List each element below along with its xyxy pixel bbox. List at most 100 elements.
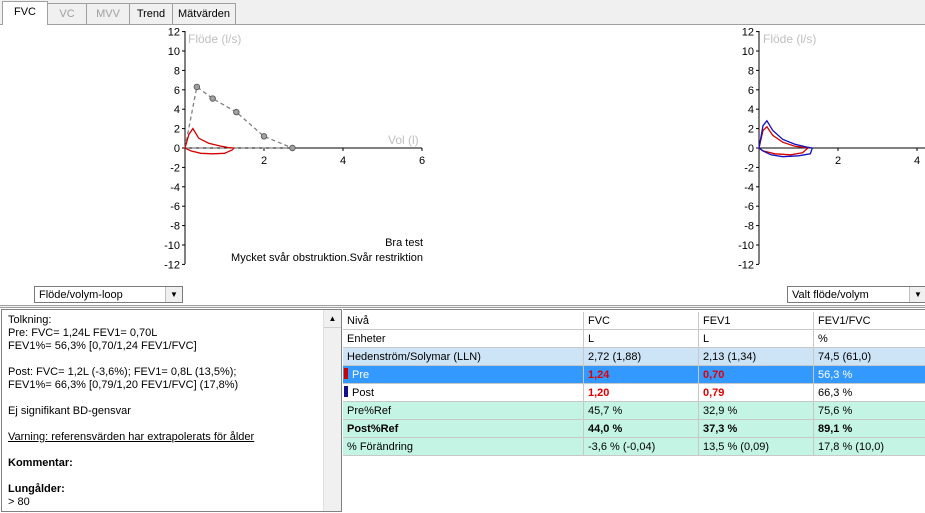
right-y-tick-label: 10	[742, 46, 754, 58]
table-cell: L	[584, 330, 699, 348]
left-chart-type-select[interactable]: Flöde/volym-loop ▼	[34, 286, 183, 303]
table-cell: 45,7 %	[584, 402, 699, 420]
left-y-tick-label: -10	[164, 240, 180, 252]
tab-bar: FVC VC MVV Trend Mätvärden	[0, 0, 925, 25]
right-y-tick-label: -6	[744, 201, 754, 213]
right-chart-type-select[interactable]: Valt flöde/volym ▼	[787, 286, 925, 303]
left-y-tick-label: 8	[174, 65, 180, 77]
interp-line: Pre: FVC= 1,24L FEV1= 0,70L	[8, 327, 324, 340]
header-cell: FEV1	[699, 312, 814, 330]
interp-line: Ej signifikant BD-gensvar	[8, 405, 324, 418]
table-cell: 66,3 %	[814, 384, 925, 402]
interpretation-panel: Tolkning: Pre: FVC= 1,24L FEV1= 0,70L FE…	[1, 309, 342, 512]
left-y-tick-label: 4	[174, 104, 180, 116]
left-select-value: Flöde/volym-loop	[39, 289, 123, 301]
left-x-tick-label: 6	[419, 155, 425, 167]
pre-fvc-value: 1,24	[588, 369, 609, 381]
right-y-tick-label: 6	[748, 85, 754, 97]
row-label: Post	[352, 387, 374, 399]
right-y-axis-label: Flöde (l/s)	[763, 32, 816, 46]
right-y-tick-label: 4	[748, 104, 754, 116]
charts-svg: 121086420-2-4-6-8-10-12 246 Flöde (l/s) …	[0, 25, 925, 305]
left-y-tick-label: -2	[170, 162, 180, 174]
right-x-tick-label: 2	[835, 155, 841, 167]
table-cell: 2,13 (1,34)	[699, 348, 814, 366]
table-cell: 0,79	[699, 384, 814, 402]
table-row[interactable]: Enheter L L %	[343, 330, 925, 348]
table-cell: 89,1 %	[814, 420, 925, 438]
tab-mvv[interactable]: MVV	[86, 3, 130, 24]
header-cell: Nivå	[343, 312, 584, 330]
annotation-interpretation: Mycket svår obstruktion.Svår restriktion	[231, 252, 423, 264]
right-y-tick-label: 2	[748, 124, 754, 136]
left-series-point	[194, 84, 200, 90]
pane-splitter[interactable]	[0, 305, 925, 308]
table-cell: %	[814, 330, 925, 348]
right-select-value: Valt flöde/volym	[792, 289, 869, 301]
table-row[interactable]: Post%Ref 44,0 % 37,3 % 89,1 %	[343, 420, 925, 438]
table-header-row: Nivå FVC FEV1 FEV1/FVC	[343, 312, 925, 330]
table-cell: Hedenström/Solymar (LLN)	[343, 348, 584, 366]
header-cell: FEV1/FVC	[814, 312, 925, 330]
table-cell: L	[699, 330, 814, 348]
pre-fev1-value: 0,70	[703, 369, 724, 381]
table-cell: Pre%Ref	[343, 402, 584, 420]
tab-vc[interactable]: VC	[47, 3, 87, 24]
interp-line: FEV1%= 56,3% [0,70/1,24 FEV1/FVC]	[8, 340, 324, 353]
results-table: Nivå FVC FEV1 FEV1/FVC Enheter L L % Hed…	[343, 312, 925, 456]
table-cell: 13,5 % (0,09)	[699, 438, 814, 456]
table-cell: 37,3 %	[699, 420, 814, 438]
left-series-measured-pre	[185, 129, 234, 154]
chevron-down-icon[interactable]: ▼	[165, 287, 182, 302]
right-y-tick-label: -12	[738, 259, 754, 271]
table-cell: Pre	[343, 366, 584, 384]
table-row[interactable]: Pre%Ref 45,7 % 32,9 % 75,6 %	[343, 402, 925, 420]
table-cell: 1,24	[584, 366, 699, 384]
left-chart: 121086420-2-4-6-8-10-12 246 Flöde (l/s) …	[164, 27, 425, 272]
table-cell: Post	[343, 384, 584, 402]
table-row[interactable]: % Förändring -3,6 % (-0,04) 13,5 % (0,09…	[343, 438, 925, 456]
chevron-down-icon[interactable]: ▼	[909, 287, 925, 302]
table-cell: 44,0 %	[584, 420, 699, 438]
right-y-tick-label: 12	[742, 27, 754, 39]
table-cell: 74,5 (61,0)	[814, 348, 925, 366]
left-y-tick-label: 0	[174, 143, 180, 155]
post-color-marker	[344, 386, 348, 397]
left-series-point	[261, 134, 267, 140]
header-cell: FVC	[584, 312, 699, 330]
right-y-tick-label: 0	[748, 143, 754, 155]
left-y-tick-label: -8	[170, 221, 180, 233]
post-fev1-value: 0,79	[703, 387, 724, 399]
interpretation-text: Tolkning: Pre: FVC= 1,24L FEV1= 0,70L FE…	[8, 314, 324, 509]
interp-line: FEV1%= 66,3% [0,79/1,20 FEV1/FVC] (17,8%…	[8, 379, 324, 392]
left-y-tick-label: -6	[170, 201, 180, 213]
interp-line	[8, 392, 324, 405]
scroll-up-arrow-icon[interactable]: ▲	[324, 310, 341, 328]
right-y-tick-label: -2	[744, 162, 754, 174]
table-row[interactable]: Hedenström/Solymar (LLN) 2,72 (1,88) 2,1…	[343, 348, 925, 366]
left-y-tick-label: 10	[168, 46, 180, 58]
tab-fvc[interactable]: FVC	[2, 1, 48, 25]
left-y-tick-label: 12	[168, 27, 180, 39]
table-cell: -3,6 % (-0,04)	[584, 438, 699, 456]
left-y-tick-label: 6	[174, 85, 180, 97]
table-row-selected[interactable]: Pre 1,24 0,70 56,3 %	[343, 366, 925, 384]
right-chart: 121086420-2-4-6-8-10-12 24 Flöde (l/s)	[738, 27, 925, 272]
left-series-point	[290, 145, 296, 151]
vertical-scrollbar[interactable]: ▲	[323, 310, 341, 511]
table-cell: 1,20	[584, 384, 699, 402]
table-cell: % Förändring	[343, 438, 584, 456]
left-y-axis-label: Flöde (l/s)	[188, 32, 241, 46]
results-grid: Nivå FVC FEV1 FEV1/FVC Enheter L L % Hed…	[343, 309, 925, 513]
table-row[interactable]: Post 1,20 0,79 66,3 %	[343, 384, 925, 402]
tab-matvarden[interactable]: Mätvärden	[172, 3, 236, 24]
left-y-tick-label: 2	[174, 124, 180, 136]
interp-line: Post: FVC= 1,2L (-3,6%); FEV1= 0,8L (13,…	[8, 366, 324, 379]
lung-age-value: > 80	[8, 496, 324, 509]
right-y-tick-label: 8	[748, 65, 754, 77]
table-cell: 32,9 %	[699, 402, 814, 420]
tab-trend[interactable]: Trend	[129, 3, 173, 24]
warning-text: Varning: referensvärden har extrapolerat…	[8, 431, 324, 444]
left-y-tick-label: -12	[164, 259, 180, 271]
row-label: Pre	[352, 369, 369, 381]
